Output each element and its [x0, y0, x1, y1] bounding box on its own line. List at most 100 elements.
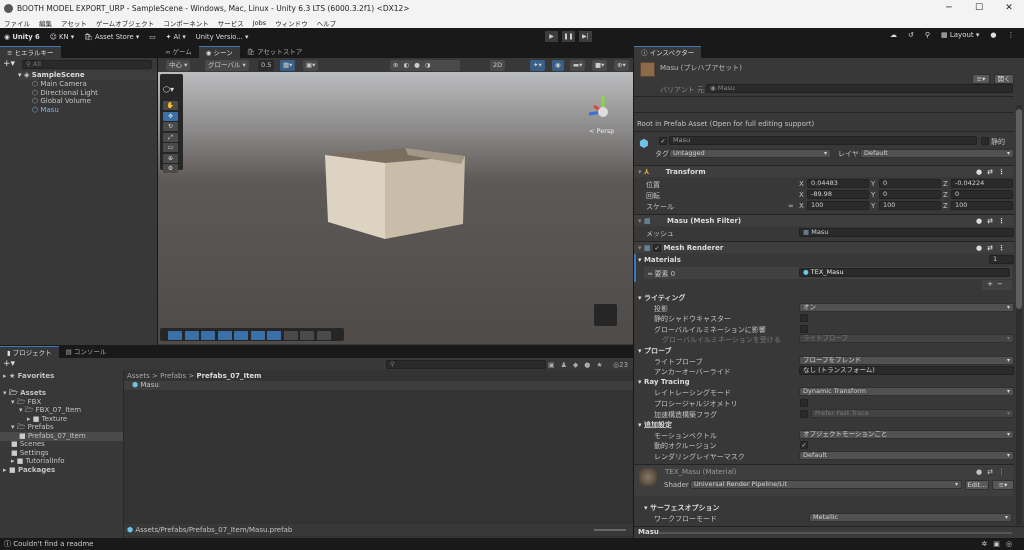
breadcrumb-current[interactable]: Prefabs_07_Item: [196, 372, 261, 380]
property-checkbox[interactable]: [800, 409, 808, 418]
overlay-tool-icon[interactable]: [316, 331, 331, 340]
hierarchy-item[interactable]: ⬡ Masu: [32, 106, 59, 115]
gizmo-button[interactable]: ✦▾: [530, 60, 545, 71]
materials-foldout[interactable]: ▾ Materials: [638, 256, 681, 264]
mesh-renderer-enabled-checkbox[interactable]: ✓: [653, 244, 662, 252]
open-prefab-button[interactable]: 開く: [994, 74, 1014, 84]
scale-tool-icon[interactable]: ⤢: [163, 132, 178, 142]
property-dropdown[interactable]: プローブをブレンド: [799, 355, 1014, 365]
package-icon[interactable]: ▭: [149, 33, 155, 41]
transform-tool-icon[interactable]: ⊕: [163, 153, 178, 163]
unity-button[interactable]: ◉ Unity 6: [4, 33, 40, 41]
pivot-dropdown[interactable]: 中心 ▾: [166, 60, 191, 71]
scale-y-input[interactable]: 100: [879, 201, 941, 210]
property-object-field[interactable]: なし (トランスフォーム): [799, 366, 1014, 376]
play-button[interactable]: ▶: [545, 31, 558, 42]
grid-snap-button[interactable]: ▦▾: [280, 60, 296, 71]
menu-item[interactable]: アセット: [61, 18, 87, 28]
position-y-input[interactable]: 0: [879, 179, 941, 188]
add-button[interactable]: +▾: [3, 59, 15, 69]
constrain-proportions-icon[interactable]: ∞: [788, 202, 794, 210]
overlay-tool-icon[interactable]: [184, 331, 199, 340]
visibility-button[interactable]: ◉: [552, 60, 564, 71]
ai-button[interactable]: ✦ AI ▾: [166, 33, 186, 41]
overlay-tool-icon[interactable]: [201, 331, 215, 340]
maximize-button[interactable]: ☐: [964, 0, 994, 17]
project-add-button[interactable]: +▾: [3, 359, 15, 369]
tab-game[interactable]: ∞ ゲーム: [158, 46, 199, 58]
overlay-tool-icon[interactable]: [168, 331, 182, 340]
pause-button[interactable]: ❚❚: [562, 31, 575, 42]
active-checkbox[interactable]: ✓: [659, 137, 667, 145]
menu-item[interactable]: サービス: [218, 18, 244, 28]
version-control-button[interactable]: Unity Versio... ▾: [196, 33, 249, 41]
rotation-x-input[interactable]: -89.98: [807, 190, 869, 199]
draw-object-dropdown[interactable]: ⬡▾: [163, 85, 174, 94]
scene-viewport[interactable]: < Persp: [158, 72, 633, 344]
move-tool-icon[interactable]: ✥: [163, 111, 178, 121]
preview-bar[interactable]: Masu: [634, 526, 1024, 538]
layer-dropdown[interactable]: Default: [860, 149, 1014, 158]
minimize-button[interactable]: ─: [934, 0, 964, 17]
tab-scene[interactable]: ◉ シーン: [198, 46, 240, 58]
scale-z-input[interactable]: 100: [951, 201, 1013, 210]
property-checkbox[interactable]: [800, 324, 808, 333]
workflow-dropdown[interactable]: Metallic: [809, 513, 1012, 522]
space-dropdown[interactable]: グローバル ▾: [205, 60, 249, 71]
mesh-field[interactable]: ■ Masu: [799, 228, 1014, 237]
component-menu-icons[interactable]: ●⇄⋮: [976, 242, 1010, 254]
tag-dropdown[interactable]: Untagged: [669, 149, 831, 158]
account-button[interactable]: ☺ KN ▾: [50, 33, 74, 41]
mode-2d-button[interactable]: 2D: [490, 60, 506, 71]
project-folder[interactable]: ▸ ■ Packages: [0, 466, 123, 475]
section-foldout[interactable]: ▾ プローブ: [638, 346, 672, 356]
orientation-gizmo[interactable]: [583, 92, 623, 132]
mesh-renderer-header[interactable]: ▾ ▦ ✓ Mesh Renderer ●⇄⋮: [634, 241, 1014, 253]
add-material-button[interactable]: +: [987, 280, 997, 288]
position-x-input[interactable]: 0.04483: [807, 179, 869, 188]
masu-box-model[interactable]: [158, 72, 633, 344]
history-icon[interactable]: ↺: [908, 31, 914, 39]
property-dropdown[interactable]: Dynamic Transform: [799, 387, 1014, 397]
menu-item[interactable]: ゲームオブジェクト: [96, 18, 154, 28]
prefab-menu-button[interactable]: ≡▾: [972, 74, 990, 84]
mesh-filter-header[interactable]: ▾ ▦ Masu (Mesh Filter) ●⇄⋮: [634, 214, 1014, 226]
shader-dropdown[interactable]: Universal Render Pipeline/Lit: [690, 480, 962, 489]
status-icons[interactable]: ✲▣◎: [981, 538, 1018, 550]
edit-shader-button[interactable]: Edit...: [965, 480, 989, 490]
remove-material-button[interactable]: −: [997, 280, 1007, 288]
section-foldout[interactable]: ▾ ライティング: [638, 293, 685, 303]
rotation-z-input[interactable]: 0: [951, 190, 1013, 199]
overlay-tool-icon[interactable]: [217, 331, 232, 340]
breadcrumb-assets[interactable]: Assets: [127, 372, 150, 380]
inspector-scrollbar[interactable]: [1016, 105, 1022, 525]
draw-mode-buttons[interactable]: ⊕◐●◑: [390, 60, 460, 71]
object-name-input[interactable]: Masu: [669, 136, 977, 145]
tab-console[interactable]: ▤ コンソール: [59, 346, 114, 358]
tab-hierarchy[interactable]: ≡ ヒエラルキー: [0, 46, 61, 58]
favorites-item[interactable]: ▸ ★ Favorites: [3, 372, 54, 381]
component-menu-icons[interactable]: ●⇄⋮: [976, 468, 1010, 476]
property-dropdown[interactable]: オブジェクトモーションごと: [799, 429, 1014, 439]
menu-item[interactable]: ファイル: [4, 18, 30, 28]
increment-snap-button[interactable]: ▣▾: [303, 60, 319, 71]
menu-item[interactable]: コンポーネント: [163, 18, 209, 28]
overlay-tool-icon[interactable]: [234, 331, 248, 340]
overlay-tool-icon[interactable]: [267, 331, 281, 340]
menu-item[interactable]: ウィンドウ: [275, 18, 308, 28]
tab-inspector[interactable]: ⓘ インスペクター: [634, 46, 702, 58]
menu-item[interactable]: 編集: [39, 18, 52, 28]
overlay-tool-icon[interactable]: [300, 331, 314, 340]
property-checkbox[interactable]: [800, 314, 808, 323]
property-checkbox[interactable]: [800, 399, 808, 407]
shader-menu-button[interactable]: ≡▾: [992, 480, 1014, 490]
search-icon[interactable]: ⚲: [925, 31, 930, 39]
material-field[interactable]: ● TEX_Masu: [799, 268, 1010, 277]
menu-item[interactable]: Jobs: [253, 19, 266, 27]
section-foldout[interactable]: ▾ 追加設定: [638, 420, 672, 430]
surface-options-foldout[interactable]: ▾ サーフェスオプション: [644, 503, 720, 513]
gizmos-dropdown[interactable]: ⊕▾: [614, 60, 629, 71]
property-dropdown[interactable]: オン: [799, 302, 1014, 312]
close-button[interactable]: ✕: [994, 0, 1024, 17]
asset-store-button[interactable]: 🛍 Asset Store ▾: [84, 33, 139, 41]
